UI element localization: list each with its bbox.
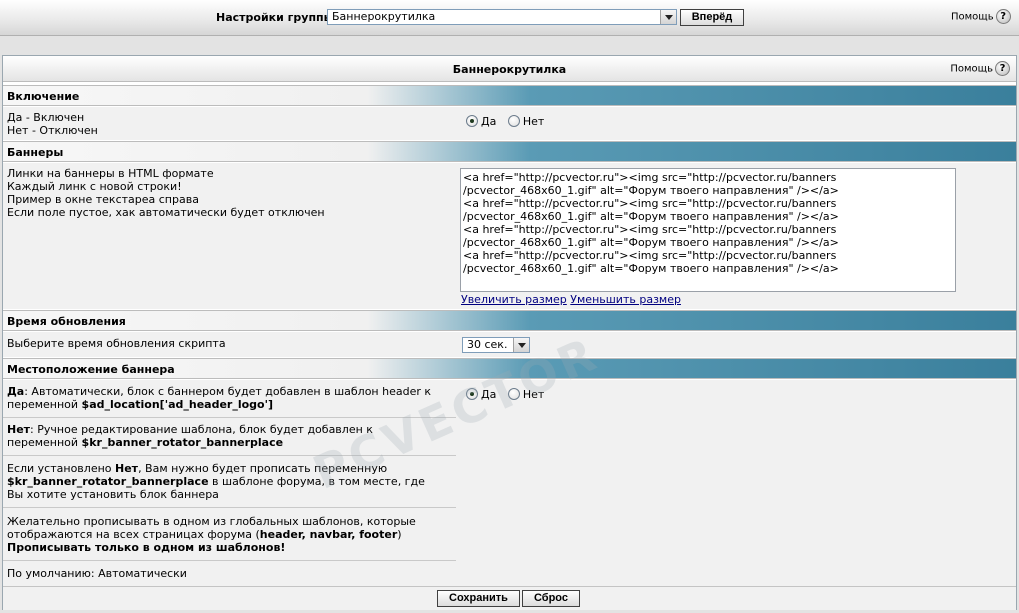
text: : Ручное редактирование шаблона, блок бу…: [30, 423, 373, 436]
group-select[interactable]: Баннерокрутилка: [327, 9, 677, 25]
save-button[interactable]: Сохранить: [437, 590, 520, 607]
location-no-radio[interactable]: [507, 388, 520, 400]
section-header-banners: Баннеры: [3, 141, 1016, 162]
section-title: Баннеры: [7, 146, 64, 159]
variable-name: $kr_banner_rotator_bannerplace: [7, 475, 209, 488]
help-icon[interactable]: ?: [995, 61, 1010, 76]
group-select-value: Баннерокрутилка: [332, 10, 436, 23]
textarea-line: /pcvector_468x60_1.gif" alt="Форум твоег…: [463, 262, 839, 275]
enable-no-label[interactable]: Нет: [523, 115, 544, 128]
textarea-line: /pcvector_468x60_1.gif" alt="Форум твоег…: [463, 184, 839, 197]
text: , Вам нужно будет прописать переменную: [138, 462, 388, 475]
textarea-line: <a href="http://pcvector.ru"><img src="h…: [463, 249, 837, 262]
help-link-top[interactable]: Помощь?: [951, 9, 1011, 24]
bold-text: Прописывать только в одном из шаблонов!: [7, 541, 286, 554]
enable-desc-line: Нет - Отключен: [7, 124, 98, 137]
textarea-line: <a href="http://pcvector.ru"><img src="h…: [463, 197, 837, 210]
enable-row: Да - Включен Нет - Отключен Да Нет: [3, 107, 1016, 140]
text: отображаются на всех страницах форума (: [7, 528, 260, 541]
top-bar: Настройки группы Баннерокрутилка Вперёд …: [0, 0, 1019, 36]
bold-text: Да: [7, 385, 25, 398]
enable-radios: Да Нет: [466, 115, 552, 128]
enable-no-radio[interactable]: [507, 115, 520, 127]
enable-desc: Да - Включен Нет - Отключен: [7, 111, 98, 137]
section-header-enable: Включение: [3, 85, 1016, 106]
form-footer: Сохранить Сброс: [3, 586, 1016, 610]
section-header-location: Местоположение баннера: [3, 358, 1016, 379]
text: переменной: [7, 398, 82, 411]
text: в шаблоне форума, в том месте, где: [208, 475, 425, 488]
divider: [3, 455, 456, 456]
text: Желательно прописывать в одном из глобал…: [7, 515, 416, 528]
settings-panel: Баннерокрутилка Помощь? Включение Да - В…: [2, 55, 1017, 610]
refresh-row: Выберите время обновления скрипта 30 сек…: [3, 332, 1016, 357]
location-default: По умолчанию: Автоматически: [7, 567, 187, 580]
section-title: Включение: [7, 90, 80, 103]
increase-size-link[interactable]: Увеличить размер: [461, 293, 567, 306]
location-no-label[interactable]: Нет: [523, 388, 544, 401]
banners-desc-line: Каждый линк с новой строки!: [7, 180, 182, 193]
text: Вы хотите установить блок баннера: [7, 488, 219, 501]
section-title: Местоположение баннера: [7, 363, 175, 376]
location-p2: Нет: Ручное редактирование шаблона, блок…: [7, 423, 373, 449]
location-row: Да Нет Да: Автоматически, блок с баннеро…: [3, 380, 1016, 586]
enable-desc-line: Да - Включен: [7, 111, 85, 124]
location-p4: Желательно прописывать в одном из глобал…: [7, 515, 416, 554]
textarea-line: <a href="http://pcvector.ru"><img src="h…: [463, 171, 837, 184]
banners-textarea[interactable]: <a href="http://pcvector.ru"><img src="h…: [460, 168, 956, 292]
panel-title-bar: Баннерокрутилка Помощь?: [3, 56, 1016, 82]
location-p3: Если установлено Нет, Вам нужно будет пр…: [7, 462, 425, 501]
bold-text: header, navbar, footer: [259, 528, 398, 541]
chevron-down-icon[interactable]: [513, 338, 529, 352]
textarea-line: /pcvector_468x60_1.gif" alt="Форум твоег…: [463, 236, 839, 249]
location-radios: Да Нет: [466, 388, 552, 401]
help-link-panel[interactable]: Помощь?: [950, 61, 1010, 76]
enable-yes-label[interactable]: Да: [481, 115, 496, 128]
variable-name: $ad_location['ad_header_logo']: [81, 398, 274, 411]
divider: [3, 560, 456, 561]
text: : Автоматически, блок с баннером будет д…: [24, 385, 432, 398]
decrease-size-link[interactable]: Уменьшить размер: [570, 293, 681, 306]
text: ): [397, 528, 402, 541]
group-settings-label: Настройки группы: [216, 11, 334, 24]
enable-yes-radio[interactable]: [466, 115, 478, 127]
variable-name: $kr_banner_rotator_bannerplace: [81, 436, 284, 449]
refresh-select-value: 30 сек.: [467, 338, 508, 351]
location-yes-label[interactable]: Да: [481, 388, 496, 401]
textarea-resize-links: Увеличить размер Уменьшить размер: [461, 293, 681, 306]
divider: [3, 417, 456, 418]
chevron-down-icon[interactable]: [660, 10, 676, 24]
bold-text: Нет: [115, 462, 139, 475]
banners-desc-line: Если поле пустое, хак автоматически буде…: [7, 206, 325, 219]
section-title: Время обновления: [7, 315, 126, 328]
panel-title: Баннерокрутилка: [452, 63, 567, 76]
banners-desc: Линки на баннеры в HTML формате Каждый л…: [7, 167, 325, 219]
help-icon[interactable]: ?: [995, 9, 1011, 24]
refresh-desc: Выберите время обновления скрипта: [7, 337, 226, 350]
textarea-line: /pcvector_468x60_1.gif" alt="Форум твоег…: [463, 210, 839, 223]
textarea-line: <a href="http://pcvector.ru"><img src="h…: [463, 223, 837, 236]
reset-button[interactable]: Сброс: [522, 590, 580, 607]
text: Если установлено: [7, 462, 116, 475]
section-header-refresh: Время обновления: [3, 310, 1016, 331]
go-button[interactable]: Вперёд: [680, 9, 744, 26]
help-label: Помощь: [951, 11, 994, 23]
location-yes-radio[interactable]: [466, 388, 478, 400]
text: переменной: [7, 436, 82, 449]
help-label: Помощь: [950, 63, 993, 75]
banners-desc-line: Пример в окне текстареа справа: [7, 193, 199, 206]
banners-desc-line: Линки на баннеры в HTML формате: [7, 167, 214, 180]
location-p1: Да: Автоматически, блок с баннером будет…: [7, 385, 431, 411]
bold-text: Нет: [7, 423, 31, 436]
refresh-select[interactable]: 30 сек.: [462, 337, 530, 353]
divider: [3, 507, 456, 508]
